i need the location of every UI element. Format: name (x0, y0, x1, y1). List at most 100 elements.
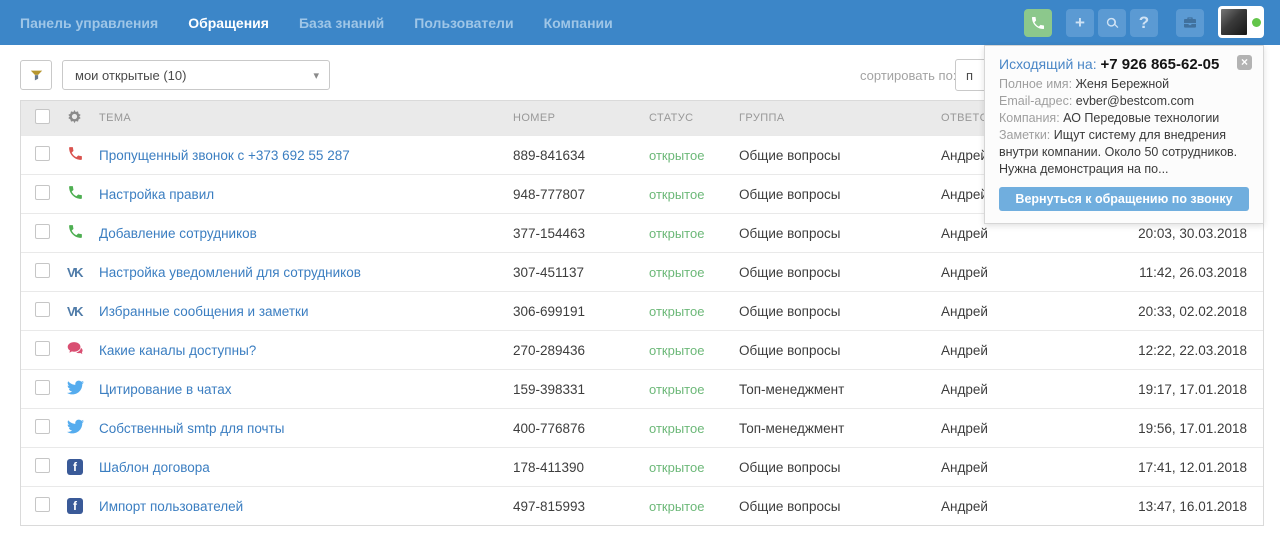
ticket-group: Общие вопросы (739, 460, 941, 475)
missed-call-icon (67, 145, 84, 162)
filter-dropdown[interactable]: мои открытые (10) ▾ (62, 60, 330, 90)
table-row: f Импорт пользователей 497-815993 открыт… (21, 486, 1263, 525)
return-to-call-ticket-button[interactable]: Вернуться к обращению по звонку (999, 187, 1249, 211)
ticket-assignee: Андрей (941, 226, 1081, 241)
top-nav: Панель управления Обращения База знаний … (0, 0, 1280, 45)
nav-item-users[interactable]: Пользователи (414, 15, 513, 31)
ticket-number: 497-815993 (513, 499, 649, 514)
call-button[interactable] (1024, 9, 1052, 37)
help-button[interactable]: ? (1130, 9, 1158, 37)
facebook-icon: f (67, 498, 83, 514)
field-value: Женя Бережной (1076, 77, 1170, 91)
ticket-assignee: Андрей (941, 460, 1081, 475)
nav-item-companies[interactable]: Компании (544, 15, 613, 31)
row-checkbox[interactable] (35, 185, 50, 200)
ticket-group: Общие вопросы (739, 343, 941, 358)
ticket-status: открытое (649, 187, 739, 202)
ticket-date: 17:41, 12.01.2018 (1081, 460, 1263, 475)
ticket-date: 20:33, 02.02.2018 (1081, 304, 1263, 319)
ticket-number: 178-411390 (513, 460, 649, 475)
ticket-date: 12:22, 22.03.2018 (1081, 343, 1263, 358)
select-all-checkbox[interactable] (35, 109, 50, 124)
ticket-assignee: Андрей (941, 265, 1081, 280)
row-checkbox[interactable] (35, 302, 50, 317)
twitter-icon (67, 379, 84, 396)
chevron-down-icon: ▾ (313, 69, 319, 82)
ticket-assignee: Андрей (941, 421, 1081, 436)
row-checkbox[interactable] (35, 224, 50, 239)
ticket-topic-link[interactable]: Пропущенный звонок с +373 692 55 287 (99, 148, 350, 163)
table-row: Цитирование в чатах 159-398331 открытое … (21, 369, 1263, 408)
avatar (1221, 9, 1247, 35)
table-row: f Шаблон договора 178-411390 открытое Об… (21, 447, 1263, 486)
ticket-assignee: Андрей (941, 382, 1081, 397)
ticket-date: 20:03, 30.03.2018 (1081, 226, 1263, 241)
ticket-topic-link[interactable]: Шаблон договора (99, 460, 210, 475)
nav-actions: + ? (1024, 8, 1264, 38)
filter-dropdown-value: мои открытые (10) (75, 68, 186, 83)
ticket-topic-link[interactable]: Импорт пользователей (99, 499, 243, 514)
field-label: Заметки: (999, 128, 1050, 142)
ticket-number: 377-154463 (513, 226, 649, 241)
nav-item-dashboard[interactable]: Панель управления (20, 15, 158, 31)
ticket-date: 19:17, 17.01.2018 (1081, 382, 1263, 397)
vk-icon: VK (67, 304, 82, 319)
ticket-topic-link[interactable]: Настройка уведомлений для сотрудников (99, 265, 361, 280)
ticket-group: Общие вопросы (739, 226, 941, 241)
row-checkbox[interactable] (35, 497, 50, 512)
header-status: СТАТУС (649, 112, 739, 124)
ticket-topic-link[interactable]: Какие каналы доступны? (99, 343, 256, 358)
ticket-status: открытое (649, 304, 739, 319)
ticket-status: открытое (649, 226, 739, 241)
ticket-topic-link[interactable]: Собственный smtp для почты (99, 421, 284, 436)
ticket-status: открытое (649, 421, 739, 436)
field-label: Полное имя: (999, 77, 1072, 91)
ticket-status: открытое (649, 460, 739, 475)
column-settings-gear-icon[interactable] (67, 109, 82, 124)
row-checkbox[interactable] (35, 341, 50, 356)
table-row: VK Настройка уведомлений для сотрудников… (21, 252, 1263, 291)
phone-icon (1030, 15, 1046, 31)
sort-label: сортировать по: (860, 68, 956, 83)
filter-button[interactable] (20, 60, 52, 90)
call-info-popup: × Исходящий на: +7 926 865-62-05 Полное … (984, 45, 1264, 224)
call-direction-line: Исходящий на: +7 926 865-62-05 (999, 56, 1249, 73)
ticket-number: 889-841634 (513, 148, 649, 163)
ticket-assignee: Андрей (941, 304, 1081, 319)
online-status-dot (1252, 18, 1261, 27)
ticket-topic-link[interactable]: Настройка правил (99, 187, 214, 202)
caller-full-name: Полное имя: Женя Бережной (999, 76, 1249, 93)
field-value: evber@bestcom.com (1076, 94, 1194, 108)
ticket-status: открытое (649, 148, 739, 163)
ticket-group: Общие вопросы (739, 499, 941, 514)
ticket-number: 270-289436 (513, 343, 649, 358)
search-button[interactable] (1098, 9, 1126, 37)
question-icon: ? (1139, 13, 1149, 33)
call-phone-number: +7 926 865-62-05 (1100, 56, 1219, 73)
workspace-button[interactable] (1176, 9, 1204, 37)
ticket-number: 306-699191 (513, 304, 649, 319)
nav-item-tickets[interactable]: Обращения (188, 15, 269, 31)
close-icon[interactable]: × (1237, 55, 1252, 70)
ticket-group: Общие вопросы (739, 148, 941, 163)
ticket-number: 948-777807 (513, 187, 649, 202)
field-label: Email-адрес: (999, 94, 1072, 108)
ticket-assignee: Андрей (941, 499, 1081, 514)
account-menu[interactable] (1218, 6, 1264, 38)
add-button[interactable]: + (1066, 9, 1094, 37)
ticket-topic-link[interactable]: Цитирование в чатах (99, 382, 232, 397)
sort-dropdown-value: п (966, 68, 973, 83)
ticket-topic-link[interactable]: Добавление сотрудников (99, 226, 257, 241)
row-checkbox[interactable] (35, 458, 50, 473)
row-checkbox[interactable] (35, 419, 50, 434)
caller-email: Email-адрес: evber@bestcom.com (999, 93, 1249, 110)
field-label: Компания: (999, 111, 1060, 125)
row-checkbox[interactable] (35, 263, 50, 278)
row-checkbox[interactable] (35, 380, 50, 395)
ticket-topic-link[interactable]: Избранные сообщения и заметки (99, 304, 309, 319)
facebook-icon: f (67, 459, 83, 475)
header-number: НОМЕР (513, 112, 649, 124)
nav-item-knowledge-base[interactable]: База знаний (299, 15, 384, 31)
row-checkbox[interactable] (35, 146, 50, 161)
table-row: Собственный smtp для почты 400-776876 от… (21, 408, 1263, 447)
